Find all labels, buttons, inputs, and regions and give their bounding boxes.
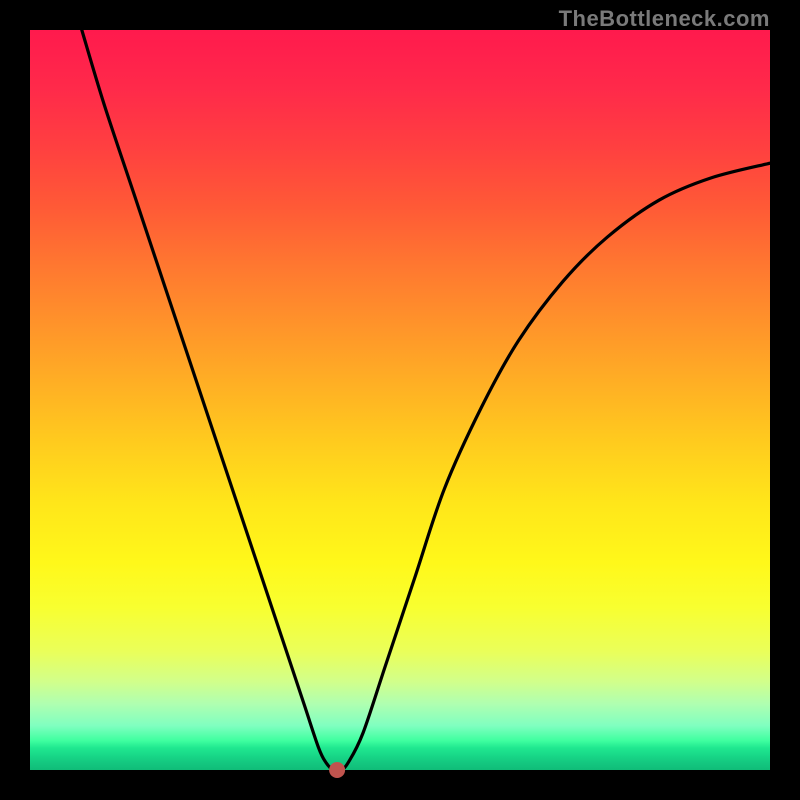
optimal-point-marker xyxy=(329,762,345,778)
plot-area xyxy=(30,30,770,770)
watermark-text: TheBottleneck.com xyxy=(559,6,770,32)
chart-frame: TheBottleneck.com xyxy=(0,0,800,800)
bottleneck-curve xyxy=(30,30,770,770)
